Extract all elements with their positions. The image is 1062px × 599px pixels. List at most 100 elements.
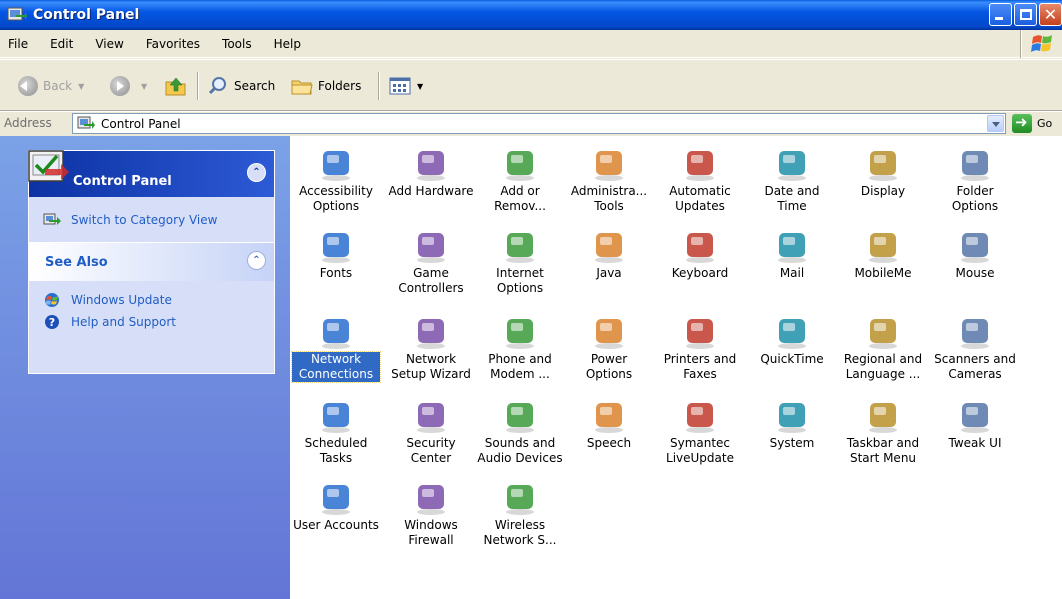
collapse-see-also-button[interactable]: ⌃ <box>247 251 266 270</box>
control-panel-item[interactable]: Folder Options <box>931 146 1019 214</box>
control-panel-item-label: Power Options <box>585 352 633 381</box>
address-dropdown-icon[interactable] <box>987 115 1004 132</box>
control-panel-item-label: Taskbar and Start Menu <box>846 436 920 465</box>
address-input[interactable]: Control Panel <box>72 113 1006 134</box>
taskbar-start-menu-icon <box>863 398 903 434</box>
control-panel-item-label: Fonts <box>319 266 353 280</box>
close-button[interactable]: ✕ <box>1039 3 1062 26</box>
control-panel-item[interactable]: Tweak UI <box>931 398 1019 451</box>
control-panel-item[interactable]: Symantec LiveUpdate <box>656 398 744 466</box>
control-panel-item[interactable]: Mail <box>748 228 836 281</box>
control-panel-item-label: Automatic Updates <box>669 184 731 213</box>
address-label: Address <box>4 116 52 130</box>
security-center-icon <box>411 398 451 434</box>
control-panel-large-icon <box>28 150 69 182</box>
back-button[interactable]: Back ▼ <box>18 74 84 98</box>
control-panel-item[interactable]: Scanners and Cameras <box>931 314 1019 382</box>
control-panel-item[interactable]: Internet Options <box>476 228 564 296</box>
windows-update-link[interactable]: Windows Update <box>29 289 274 311</box>
menu-tools[interactable]: Tools <box>211 37 263 51</box>
control-panel-item[interactable]: Wireless Network S... <box>476 480 564 548</box>
control-panel-content: Accessibility Options Add Hardware Add or … <box>290 136 1062 599</box>
control-panel-item-label: Phone and Modem ... <box>488 352 552 381</box>
go-button[interactable]: Go <box>1012 113 1052 133</box>
control-panel-item[interactable]: Phone and Modem ... <box>476 314 564 382</box>
control-panel-item[interactable]: Printers and Faxes <box>656 314 744 382</box>
collapse-control-panel-button[interactable]: ⌃ <box>247 163 266 182</box>
maximize-button[interactable] <box>1014 3 1037 26</box>
control-panel-item[interactable]: Regional and Language ... <box>839 314 927 382</box>
control-panel-item[interactable]: Accessibility Options <box>292 146 380 214</box>
forward-button[interactable]: ▼ <box>110 74 147 98</box>
menu-favorites[interactable]: Favorites <box>135 37 211 51</box>
control-panel-item[interactable]: Network Connections <box>291 314 381 383</box>
control-panel-item[interactable]: Keyboard <box>656 228 744 281</box>
menu-edit[interactable]: Edit <box>39 37 84 51</box>
views-icon <box>389 77 411 95</box>
control-panel-item-label: Add Hardware <box>388 184 474 198</box>
control-panel-item[interactable]: Date and Time <box>748 146 836 214</box>
control-panel-item[interactable]: Add or Remov... <box>476 146 564 214</box>
fonts-icon <box>316 228 356 264</box>
folders-button[interactable]: Folders <box>291 74 361 98</box>
symantec-liveupdate-icon <box>680 398 720 434</box>
menu-view[interactable]: View <box>84 37 134 51</box>
control-panel-item[interactable]: Windows Firewall <box>387 480 475 548</box>
see-also-header: See Also ⌃ <box>29 243 274 281</box>
system-icon <box>772 398 812 434</box>
task-pane: Control Panel ⌃ Switch to Category View … <box>0 136 290 599</box>
menu-file[interactable]: File <box>0 37 39 51</box>
control-panel-item[interactable]: Sounds and Audio Devices <box>476 398 564 466</box>
control-panel-item[interactable]: Network Setup Wizard <box>387 314 475 382</box>
control-panel-item[interactable]: Taskbar and Start Menu <box>839 398 927 466</box>
control-panel-item[interactable]: System <box>748 398 836 451</box>
forward-dropdown-icon[interactable]: ▼ <box>141 82 147 91</box>
control-panel-item-label: Printers and Faxes <box>663 352 737 381</box>
up-folder-button[interactable] <box>164 74 188 98</box>
switch-category-view-label: Switch to Category View <box>71 213 218 227</box>
mouse-icon <box>955 228 995 264</box>
help-support-link[interactable]: ? Help and Support <box>29 311 274 333</box>
control-panel-item[interactable]: MobileMe <box>839 228 927 281</box>
minimize-button[interactable] <box>989 3 1012 26</box>
game-controllers-icon <box>411 228 451 264</box>
control-panel-item[interactable]: Speech <box>565 398 653 451</box>
views-button[interactable]: ▼ <box>389 74 423 98</box>
control-panel-item[interactable]: Game Controllers <box>387 228 475 296</box>
control-panel-box-title: Control Panel <box>73 174 172 189</box>
control-panel-icon <box>77 116 95 129</box>
title-bar[interactable]: Control Panel ✕ <box>0 0 1062 30</box>
menu-divider <box>1020 30 1022 58</box>
control-panel-item-label: Network Setup Wizard <box>391 352 471 381</box>
control-panel-item[interactable]: Fonts <box>292 228 380 281</box>
phone-modem-icon <box>500 314 540 350</box>
control-panel-item[interactable]: Display <box>839 146 927 199</box>
maximize-icon <box>1020 9 1032 20</box>
switch-category-view-link[interactable]: Switch to Category View <box>29 209 274 231</box>
control-panel-item-label: Mail <box>779 266 805 280</box>
date-time-icon <box>772 146 812 182</box>
back-dropdown-icon[interactable]: ▼ <box>78 82 84 91</box>
control-panel-item[interactable]: Mouse <box>931 228 1019 281</box>
control-panel-item[interactable]: Add Hardware <box>387 146 475 199</box>
control-panel-item[interactable]: Java <box>565 228 653 281</box>
address-value: Control Panel <box>101 116 181 131</box>
control-panel-item[interactable]: Administra... Tools <box>565 146 653 214</box>
control-panel-item[interactable]: Automatic Updates <box>656 146 744 214</box>
control-panel-item[interactable]: Power Options <box>565 314 653 382</box>
control-panel-item-label: Sounds and Audio Devices <box>477 436 563 465</box>
tweak-ui-icon <box>955 398 995 434</box>
control-panel-item[interactable]: Scheduled Tasks <box>292 398 380 466</box>
control-panel-item[interactable]: Security Center <box>387 398 475 466</box>
control-panel-item[interactable]: QuickTime <box>748 314 836 367</box>
control-panel-box: Control Panel ⌃ Switch to Category View <box>28 150 275 244</box>
control-panel-item-label: Display <box>860 184 906 198</box>
control-panel-item[interactable]: User Accounts <box>292 480 380 533</box>
control-panel-item-label: Administra... Tools <box>570 184 648 213</box>
add-remove-programs-icon <box>500 146 540 182</box>
search-button[interactable]: Search <box>207 74 275 98</box>
control-panel-item-label: MobileMe <box>854 266 912 280</box>
up-folder-icon <box>165 77 186 96</box>
sounds-audio-icon <box>500 398 540 434</box>
menu-help[interactable]: Help <box>263 37 312 51</box>
